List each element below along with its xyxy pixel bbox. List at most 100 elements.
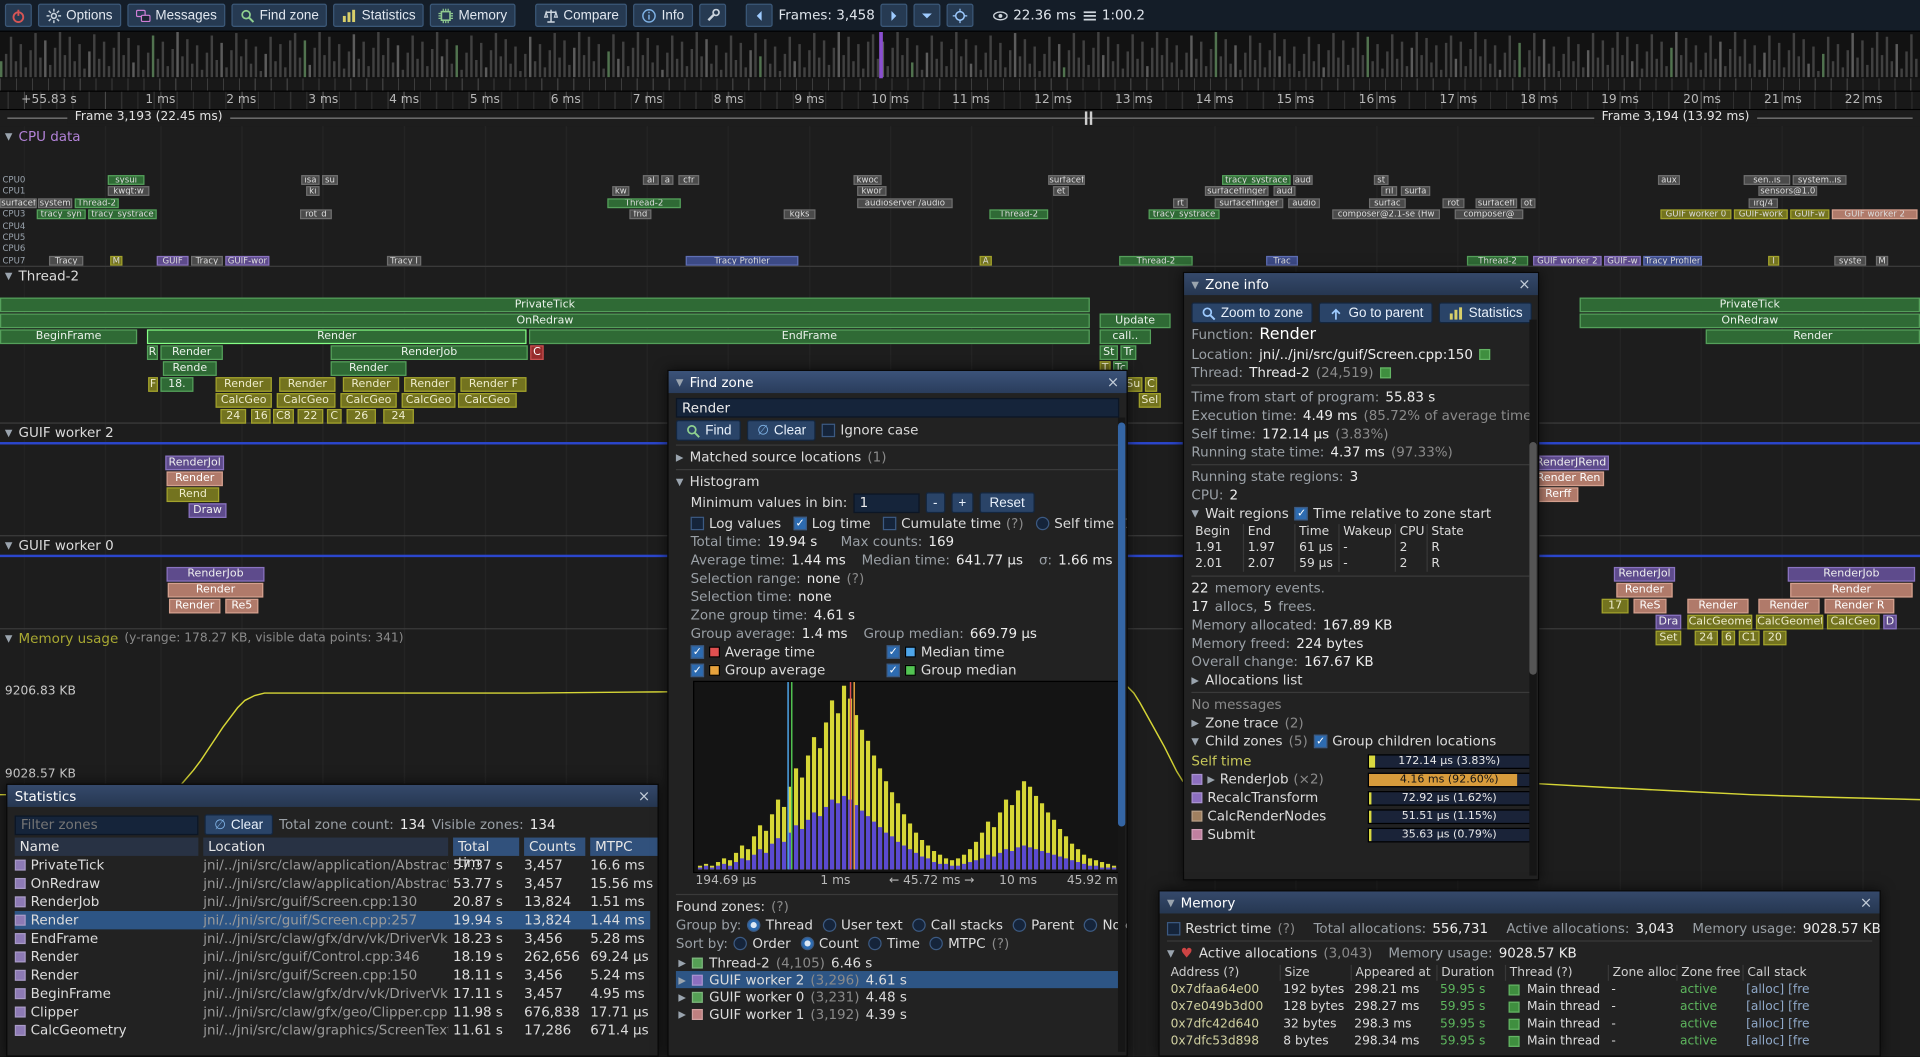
timeline-zone[interactable]: Render [160, 345, 222, 360]
timeline-zone[interactable]: call.. [1100, 329, 1151, 344]
group-by-parent-radio[interactable]: Parent [1013, 917, 1074, 933]
focus-frame-button[interactable] [947, 4, 974, 27]
zone-search-input[interactable] [676, 398, 1119, 418]
find-zone-window-titlebar[interactable]: ▼ Find zone × [669, 371, 1127, 393]
found-zone-group[interactable]: ▶GUIF worker 0(3,231)4.48 s [676, 988, 1119, 1005]
memory-column-header[interactable]: Size [1280, 964, 1351, 980]
timeline-zone[interactable]: Render [404, 377, 455, 392]
expand-icon[interactable]: ▶ [678, 991, 686, 1002]
timeline-zone[interactable]: RenderJob [1788, 567, 1915, 582]
found-zone-group[interactable]: ▶Thread-2(4,105)6.46 s [676, 954, 1119, 971]
timeline-zone[interactable]: C [530, 345, 543, 360]
collapse-icon[interactable]: ▼ [1191, 736, 1199, 747]
zone-info-scrollbar[interactable] [1529, 320, 1536, 876]
zone-statistics-button[interactable]: Statistics [1439, 302, 1532, 323]
timeline-zone[interactable]: EndFrame [529, 329, 1090, 344]
ignore-case-checkbox[interactable]: Ignore case [822, 422, 918, 438]
timeline-zone[interactable]: C8 [273, 409, 294, 424]
expand-icon[interactable]: ▶ [1191, 718, 1199, 729]
timeline-zone[interactable]: 6 [1722, 631, 1735, 646]
next-frame-button[interactable] [881, 4, 908, 27]
child-zone-row[interactable]: RecalcTransform72.92 µs (1.62%) [1191, 789, 1530, 807]
collapse-icon[interactable]: ▼ [5, 633, 13, 644]
timeline-zone[interactable]: Update [1100, 313, 1171, 328]
statistics-row[interactable]: Clipperjni/../jni/src/claw/gfx/geo/Clipp… [15, 1003, 651, 1021]
timeline-zone[interactable]: 24 [383, 409, 414, 424]
thread2-section-header[interactable]: ▼ Thread-2 [5, 268, 79, 284]
worker2-section-header[interactable]: ▼ GUIF worker 2 [5, 425, 114, 441]
frame-label-left[interactable]: Frame 3,193 (22.45 ms) [67, 110, 229, 123]
frame-overview-strip[interactable] [0, 32, 1920, 92]
timeline-zone[interactable]: Rerff [1538, 487, 1578, 502]
timeline-zone[interactable]: Draw [189, 503, 227, 518]
find-zone-button[interactable]: Find zone [232, 4, 328, 27]
collapse-icon[interactable]: ▼ [5, 131, 13, 142]
info-button[interactable]: Info [634, 4, 693, 27]
timeline-zone[interactable]: Rende [163, 361, 217, 376]
statistics-row[interactable]: OnRedrawjni/../jni/src/claw/application/… [15, 874, 651, 892]
allocation-row[interactable]: 0x7e049b3d00128 bytes298.27 ms59.95 sMai… [1167, 998, 1872, 1015]
column-counts[interactable]: Counts [524, 838, 585, 856]
sort-by-mtpc-radio[interactable]: MTPC [930, 936, 986, 952]
statistics-row[interactable]: Renderjni/../jni/src/guif/Screen.cpp:150… [15, 966, 651, 984]
timeline-zone[interactable]: D [1883, 615, 1896, 630]
timeline-zone[interactable]: RenderJRend [1533, 456, 1609, 471]
allocation-row[interactable]: 0x7dfc42d64032 bytes298.3 ms59.95 sMain … [1167, 1015, 1872, 1032]
collapse-icon[interactable]: ▼ [676, 476, 684, 487]
timeline-zone[interactable]: Tr [1120, 345, 1136, 360]
timeline-zone[interactable]: CalcGeo [340, 393, 396, 408]
expand-icon[interactable]: ▶ [1207, 774, 1215, 785]
group-children-checkbox[interactable]: ✓Group children locations [1314, 733, 1496, 749]
log-values-checkbox[interactable]: Log values [691, 516, 782, 532]
timeline-zone[interactable]: OnRedraw [1580, 313, 1920, 328]
close-icon[interactable]: × [638, 789, 650, 804]
column-mtpc[interactable]: MTPC [590, 838, 657, 856]
expand-icon[interactable]: ▶ [678, 974, 686, 985]
memory-window-titlebar[interactable]: ▼ Memory × [1160, 891, 1880, 913]
timeline-zone[interactable]: Render [331, 361, 407, 376]
restrict-time-checkbox[interactable]: Restrict time [1167, 921, 1271, 937]
timeline-zone[interactable]: CalcGeomet [1756, 615, 1823, 630]
collapse-icon[interactable]: ▼ [676, 377, 684, 388]
zoom-to-zone-button[interactable]: Zoom to zone [1191, 302, 1313, 323]
group-by-thread-radio[interactable]: Thread [747, 917, 812, 933]
self-time-checkbox[interactable]: Self time(1.16%) [1036, 516, 1127, 532]
histogram-section-header[interactable]: ▼ Histogram [676, 474, 1119, 490]
min-values-input[interactable] [853, 493, 919, 513]
statistics-row[interactable]: EndFramejni/../jni/src/claw/gfx/drv/vk/D… [15, 929, 651, 947]
average-time-checkbox[interactable]: ✓Average time [691, 644, 875, 660]
timeline-zone[interactable]: Rend [167, 487, 220, 502]
collapse-icon[interactable]: ▼ [1167, 948, 1175, 959]
filter-zones-input[interactable] [15, 815, 199, 835]
child-zones-header[interactable]: ▼ Child zones (5) ✓Group children locati… [1191, 733, 1530, 749]
timeline-zone[interactable]: RenderJob [331, 345, 528, 360]
timeline-zone[interactable]: CalcGeo [216, 393, 272, 408]
tools-button[interactable] [699, 4, 726, 27]
group-by-call-stacks-radio[interactable]: Call stacks [912, 917, 1003, 933]
allocation-row[interactable]: 0x7dfaa64e00192 bytes298.21 ms59.95 sMai… [1167, 981, 1872, 998]
memory-column-header[interactable]: Appeared at [1351, 964, 1437, 980]
clear-filter-button[interactable]: ∅Clear [204, 814, 272, 835]
sort-by-count-radio[interactable]: Count [800, 936, 858, 952]
memory-column-header[interactable]: Zone free [1676, 964, 1742, 980]
allocation-row[interactable]: 0x7dfc53d8988 bytes298.34 ms59.95 sMain … [1167, 1032, 1872, 1049]
frame-overview-cursor[interactable] [879, 32, 883, 79]
timeline-zone[interactable]: Render [216, 377, 272, 392]
statistics-row[interactable]: Renderjni/../jni/src/guif/Screen.cpp:257… [15, 911, 651, 929]
timeline-zone[interactable]: BeginFrame [0, 329, 137, 344]
collapse-icon[interactable]: ▼ [1167, 897, 1175, 908]
memory-column-header[interactable]: Thread (?) [1505, 964, 1608, 980]
timeline-zone[interactable]: Dra [1656, 615, 1682, 630]
cumulate-time-checkbox[interactable]: Cumulate time(?) [883, 516, 1024, 532]
timeline-zone[interactable]: 22 [298, 409, 324, 424]
column-location[interactable]: Location [203, 838, 448, 856]
timeline-zone[interactable]: Sel [1139, 393, 1161, 408]
timeline-zone[interactable]: 17 [1602, 599, 1629, 614]
group-median-checkbox[interactable]: ✓Group median [887, 662, 1071, 678]
log-time-checkbox[interactable]: ✓Log time [793, 516, 870, 532]
collapse-icon[interactable]: ▼ [5, 271, 13, 282]
timeline-zone[interactable]: Render [167, 471, 223, 486]
timeline-zone[interactable]: CalcGeo [458, 393, 517, 408]
timeline-zone[interactable]: 24 [220, 409, 246, 424]
memory-column-header[interactable]: Duration [1436, 964, 1505, 980]
